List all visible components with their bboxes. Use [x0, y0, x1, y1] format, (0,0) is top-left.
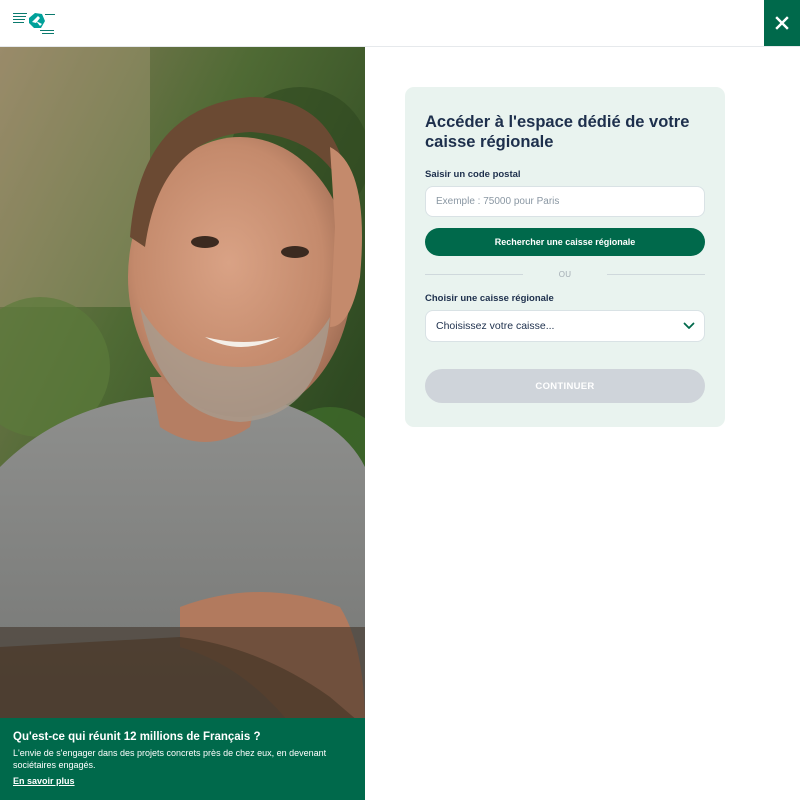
regional-bank-select[interactable]: Choisissez votre caisse...: [425, 310, 705, 342]
learn-more-link[interactable]: En savoir plus: [13, 776, 75, 786]
separator-line-left: [425, 273, 523, 275]
or-separator: OU: [425, 268, 706, 280]
close-button[interactable]: [764, 0, 800, 46]
promo-title: Qu'est-ce qui réunit 12 millions de Fran…: [13, 731, 261, 743]
postal-code-label: Saisir un code postal: [425, 169, 521, 180]
close-icon: [775, 16, 789, 30]
continue-button[interactable]: CONTINUER: [425, 369, 705, 403]
or-label: OU: [558, 269, 572, 279]
promo-text: L'envie de s'engager dans des projets co…: [13, 748, 327, 770]
hero-photo: [0, 47, 365, 800]
regional-bank-select-label: Choisir une caisse régionale: [425, 293, 554, 304]
credit-agricole-logo[interactable]: [12, 10, 58, 38]
postal-code-input[interactable]: [425, 186, 705, 217]
top-bar: [0, 0, 800, 47]
select-value: Choisissez votre caisse...: [436, 320, 555, 332]
regional-bank-form: Accéder à l'espace dédié de votre caisse…: [405, 87, 725, 427]
search-regional-bank-button[interactable]: Rechercher une caisse régionale: [425, 228, 705, 256]
promo-banner: Qu'est-ce qui réunit 12 millions de Fran…: [0, 718, 365, 800]
chevron-down-icon: [683, 322, 695, 329]
separator-line-right: [607, 273, 706, 275]
form-title: Accéder à l'espace dédié de votre caisse…: [425, 113, 690, 151]
